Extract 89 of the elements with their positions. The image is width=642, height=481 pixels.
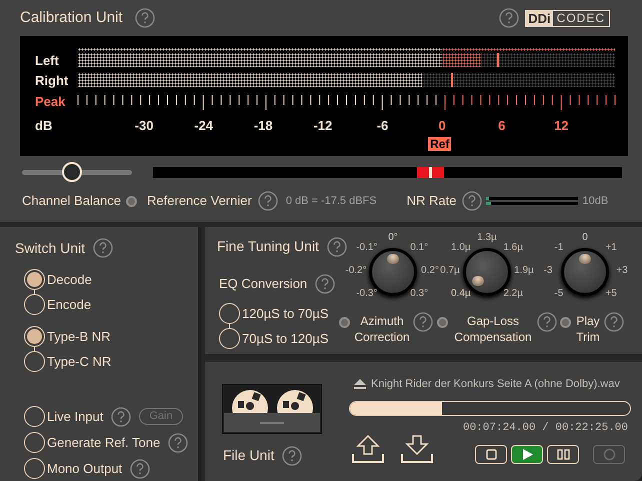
nr-reading: 10dB (582, 194, 608, 209)
vernier-thumb[interactable] (428, 166, 432, 178)
option-label: Encode (47, 296, 92, 314)
help-icon[interactable] (282, 446, 302, 466)
section-title: Fine Tuning Unit (217, 237, 319, 256)
peak-label: Peak (35, 94, 66, 109)
stop-button[interactable] (475, 445, 507, 464)
help-icon[interactable] (130, 458, 150, 478)
control-label: Channel Balance (22, 192, 122, 210)
download-icon[interactable] (401, 434, 433, 464)
knob-scale-label: 1.0µ (450, 242, 472, 254)
knob-scale-label: 1.6µ (502, 242, 524, 254)
knob-scale-label: +1 (604, 242, 618, 254)
help-icon[interactable] (462, 191, 482, 211)
knob-label: Play Trim (575, 313, 601, 345)
time-readout: 00:07:24.00 / 00:22:25.00 (462, 421, 628, 436)
help-icon[interactable] (326, 236, 347, 256)
radio-button[interactable] (24, 269, 45, 290)
option-label: Generate Ref. Tone (47, 434, 160, 452)
option-label: Live Input (47, 408, 104, 426)
scale-label: -24 (193, 118, 214, 133)
pause-button[interactable] (547, 445, 579, 464)
db-label: dB (35, 118, 52, 133)
radio-button[interactable] (24, 432, 45, 453)
option-label: Type-C NR (47, 352, 112, 371)
radio-button[interactable] (24, 458, 45, 479)
knob-scale-label: 0° (387, 232, 399, 244)
knob-scale-label: 1.3µ (476, 232, 498, 244)
scale-label: 6 (497, 118, 506, 133)
option-label: 70µS to 120µS (242, 330, 329, 348)
eject-icon[interactable] (354, 379, 366, 390)
scale-label: 0 (437, 118, 447, 133)
help-icon[interactable] (111, 406, 132, 426)
knob-scale-label: 2.2µ (502, 288, 524, 300)
control-label: Reference Vernier (147, 192, 252, 210)
help-icon[interactable] (315, 274, 336, 294)
help-icon[interactable] (134, 8, 155, 28)
scale-label: -18 (252, 118, 274, 133)
knob-scale-label: -1 (553, 242, 564, 254)
radio-button[interactable] (24, 406, 45, 427)
knob-scale-label: -0.2° (344, 265, 368, 277)
knob-scale-label: 1.9µ (513, 265, 535, 277)
radio-button[interactable] (24, 351, 45, 372)
knob-scale-label: 0.3° (409, 288, 430, 300)
radio-button[interactable] (219, 328, 240, 349)
scale-label: -6 (376, 118, 390, 133)
radio-button[interactable] (24, 326, 45, 347)
logo: DDi CODEC (525, 10, 610, 26)
scale-label: -12 (312, 118, 334, 133)
knob-scale-label: +3 (615, 265, 629, 277)
help-icon[interactable] (413, 312, 433, 332)
knob-scale-label: 0 (581, 232, 589, 244)
knob-label: Azimuth Correction (353, 313, 411, 345)
channel-label: Right (35, 73, 68, 88)
help-icon[interactable] (258, 191, 278, 211)
help-icon[interactable] (93, 238, 114, 258)
knob-scale-label: 0.4µ (450, 288, 472, 300)
help-icon[interactable] (168, 432, 188, 452)
option-label: 120µS to 70µS (242, 304, 329, 323)
reference-reading: 0 dB = -17.5 dBFS (286, 194, 377, 209)
knob-label: Gap-Loss Compensation (453, 313, 533, 345)
radio-button[interactable] (24, 294, 45, 315)
control-label: NR Rate (406, 192, 456, 210)
section-title: Switch Unit (15, 238, 86, 258)
help-icon[interactable] (604, 312, 624, 332)
scale-label: 12 (553, 118, 570, 133)
upload-icon[interactable] (352, 434, 384, 464)
knob-scale-label: +5 (604, 288, 618, 300)
scale-label: -30 (134, 118, 154, 133)
vernier-marker (416, 166, 444, 178)
radio-button[interactable] (219, 303, 240, 324)
help-icon[interactable] (537, 312, 557, 332)
option-label: Mono Output (47, 460, 122, 478)
knob-scale-label: -0.3° (355, 288, 378, 300)
knob-scale-label: 0.1° (409, 242, 430, 254)
knob-scale-label: -5 (553, 288, 564, 300)
knob-scale-label: -0.1° (355, 242, 378, 254)
help-icon[interactable] (499, 8, 520, 28)
level-meter-over-range-fill (442, 53, 481, 67)
reference-tag: Ref (428, 137, 452, 151)
slider-thumb[interactable] (62, 162, 82, 182)
section-subtitle: EQ Conversion (219, 275, 308, 294)
option-label: Decode (47, 270, 92, 289)
section-title: File Unit (223, 446, 274, 465)
play-button[interactable] (511, 445, 543, 464)
section-title: Calibration Unit (20, 8, 123, 28)
file-name: Knight Rider der Konkurs Seite A (ohne Dolby).wav (371, 377, 620, 392)
option-label: Type-B NR (47, 328, 111, 346)
channel-label: Left (35, 53, 59, 68)
